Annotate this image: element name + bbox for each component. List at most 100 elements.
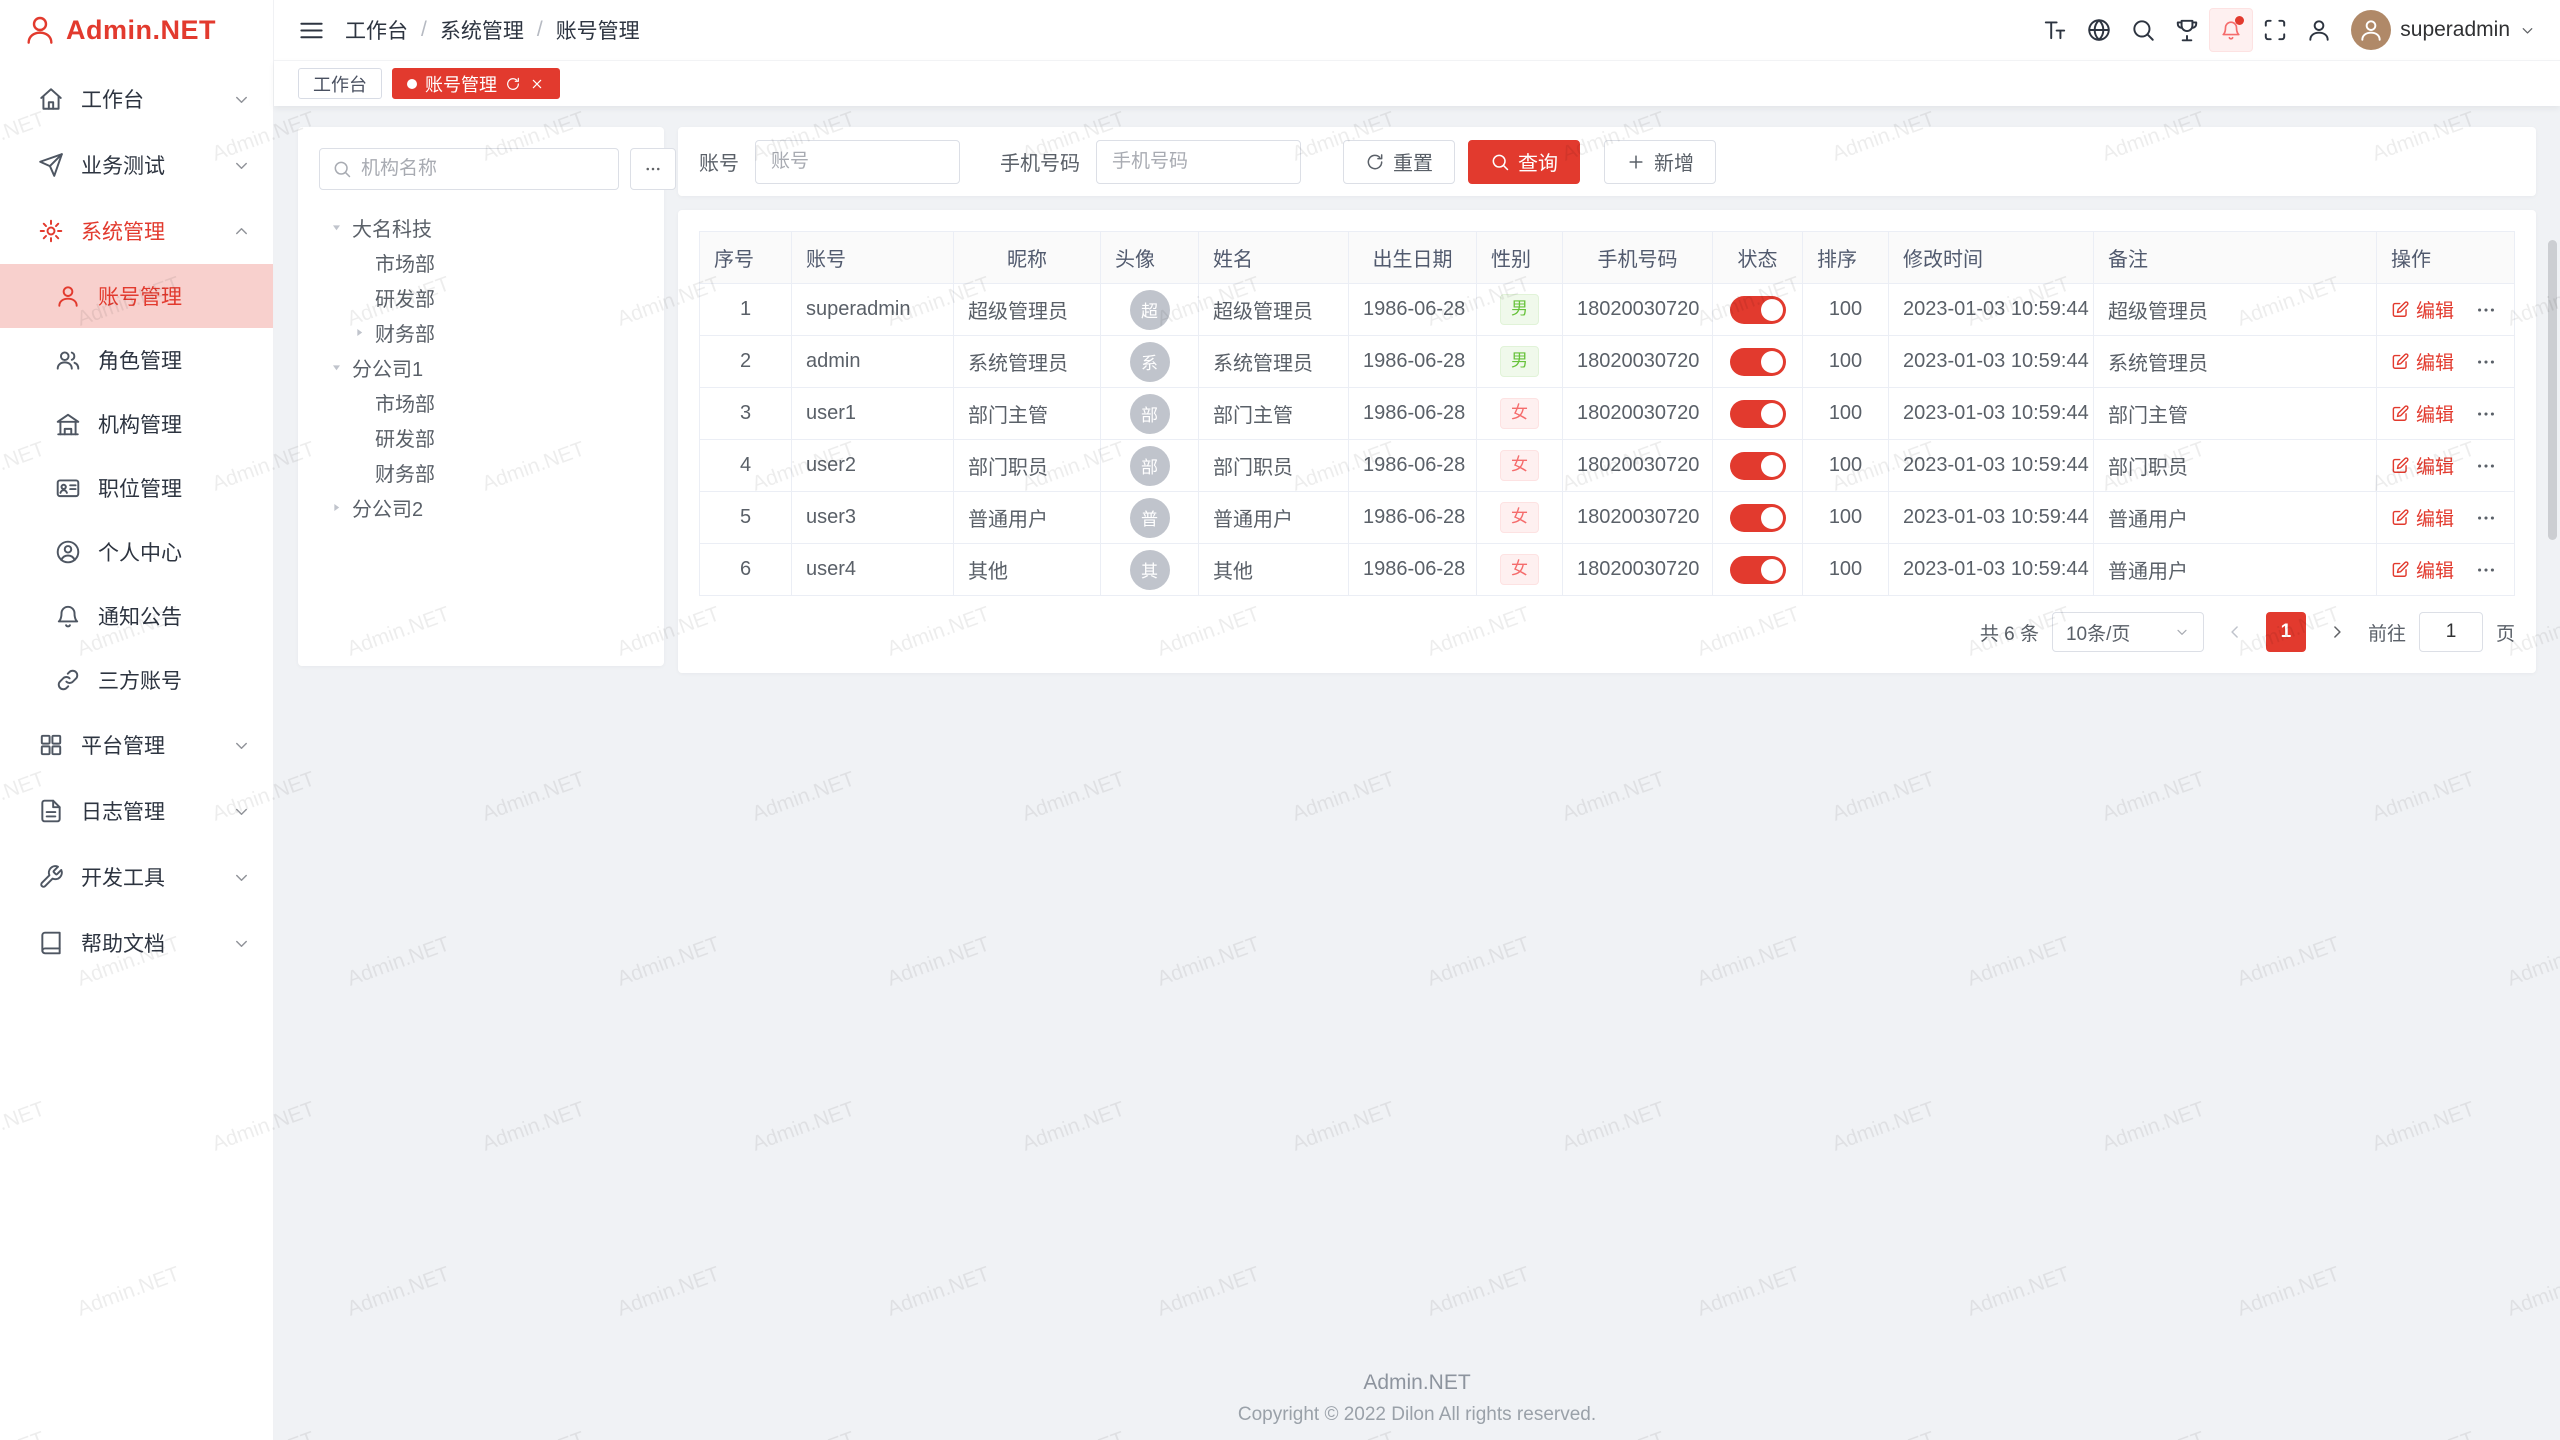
row-more-button[interactable] — [2475, 559, 2497, 581]
status-toggle[interactable] — [1730, 400, 1786, 428]
sidebar-item-business-test[interactable]: 业务测试 — [0, 132, 273, 198]
tabbar: 工作台 账号管理 — [274, 60, 2560, 106]
trophy-button[interactable] — [2165, 8, 2209, 52]
reset-button[interactable]: 重置 — [1343, 140, 1455, 184]
tree-node[interactable]: 分公司2 — [319, 490, 643, 525]
search-icon — [332, 159, 352, 179]
content-area: 大名科技 市场部 研发部 — [274, 106, 2560, 1440]
tree-more-button[interactable] — [630, 148, 676, 190]
menu-item-icon — [38, 930, 64, 956]
caret-icon[interactable] — [323, 214, 350, 241]
breadcrumb-item[interactable]: 系统管理 / — [440, 15, 556, 45]
column-header: 头像 — [1101, 232, 1199, 284]
query-button[interactable]: 查询 — [1468, 140, 1580, 184]
close-icon[interactable] — [529, 76, 545, 92]
sidebar-item-account-management[interactable]: 账号管理 — [0, 264, 273, 328]
hamburger-menu-icon[interactable] — [298, 17, 325, 44]
sidebar-item-notice[interactable]: 通知公告 — [0, 584, 273, 648]
fullscreen-button[interactable] — [2253, 8, 2297, 52]
tab-workbench[interactable]: 工作台 — [298, 68, 382, 99]
logo[interactable]: Admin.NET — [0, 0, 273, 60]
status-toggle[interactable] — [1730, 556, 1786, 584]
font-size-button[interactable] — [2033, 8, 2077, 52]
edit-button[interactable]: 编辑 — [2391, 400, 2454, 427]
caret-icon[interactable] — [323, 354, 350, 381]
sidebar-item-personal-center[interactable]: 个人中心 — [0, 520, 273, 584]
cell-remark: 部门主管 — [2094, 388, 2377, 440]
breadcrumb-item[interactable]: 工作台 / — [345, 15, 440, 45]
sidebar-item-platform-management[interactable]: 平台管理 — [0, 712, 273, 778]
cell-nickname: 其他 — [954, 544, 1101, 596]
cell-remark: 普通用户 — [2094, 544, 2377, 596]
menu-item-label: 三方账号 — [98, 665, 232, 695]
column-header: 昵称 — [954, 232, 1101, 284]
cell-account: user4 — [792, 544, 954, 596]
cell-nickname: 部门职员 — [954, 440, 1101, 492]
tree-node[interactable]: 分公司1 — [319, 350, 643, 385]
breadcrumb-item[interactable]: 账号管理 / — [556, 15, 640, 45]
sidebar-item-system-management[interactable]: 系统管理 — [0, 198, 273, 264]
prev-page-button[interactable] — [2217, 614, 2253, 650]
edit-button-label: 编辑 — [2416, 348, 2454, 375]
page-size-select[interactable]: 10条/页 — [2052, 612, 2204, 652]
tree-node[interactable]: 研发部 — [319, 280, 643, 315]
sidebar-item-third-party-account[interactable]: 三方账号 — [0, 648, 273, 712]
edit-button[interactable]: 编辑 — [2391, 556, 2454, 583]
status-toggle[interactable] — [1730, 452, 1786, 480]
edit-button[interactable]: 编辑 — [2391, 296, 2454, 323]
sidebar-item-role-management[interactable]: 角色管理 — [0, 328, 273, 392]
chevron-icon — [232, 736, 251, 755]
tree-node[interactable]: 大名科技 — [319, 210, 643, 245]
menu-item-icon — [55, 347, 81, 373]
caret-icon[interactable] — [346, 319, 373, 346]
sidebar-item-dev-tools[interactable]: 开发工具 — [0, 844, 273, 910]
sidebar-item-log-management[interactable]: 日志管理 — [0, 778, 273, 844]
chevron-icon — [232, 156, 251, 175]
tree-node[interactable]: 研发部 — [319, 420, 643, 455]
row-more-button[interactable] — [2475, 507, 2497, 529]
goto-page-input[interactable] — [2419, 612, 2483, 652]
page-number-button[interactable]: 1 — [2266, 612, 2306, 652]
row-more-button[interactable] — [2475, 403, 2497, 425]
language-button[interactable] — [2077, 8, 2121, 52]
status-toggle[interactable] — [1730, 504, 1786, 532]
user-button[interactable] — [2297, 8, 2341, 52]
cell-modify-time: 2023-01-03 10:59:44 — [1889, 492, 2094, 544]
user-menu[interactable]: superadmin — [2351, 10, 2536, 50]
row-more-button[interactable] — [2475, 455, 2497, 477]
edit-button[interactable]: 编辑 — [2391, 348, 2454, 375]
cell-avatar: 其 — [1101, 544, 1199, 596]
footer-copyright: Copyright © 2022 Dilon All rights reserv… — [274, 1404, 2560, 1426]
row-more-button[interactable] — [2475, 351, 2497, 373]
sidebar-item-help-docs[interactable]: 帮助文档 — [0, 910, 273, 976]
sidebar-item-position-management[interactable]: 职位管理 — [0, 456, 273, 520]
tree-node[interactable]: 市场部 — [319, 385, 643, 420]
refresh-icon[interactable] — [505, 76, 521, 92]
sidebar-item-workbench[interactable]: 工作台 — [0, 66, 273, 132]
status-toggle[interactable] — [1730, 296, 1786, 324]
cell-modify-time: 2023-01-03 10:59:44 — [1889, 336, 2094, 388]
cell-sort: 100 — [1803, 440, 1889, 492]
tab-account-management[interactable]: 账号管理 — [392, 68, 560, 99]
cell-nickname: 超级管理员 — [954, 284, 1101, 336]
search-button[interactable] — [2121, 8, 2165, 52]
account-input[interactable] — [755, 140, 960, 184]
tree-node[interactable]: 财务部 — [319, 455, 643, 490]
status-toggle[interactable] — [1730, 348, 1786, 376]
tree-node[interactable]: 财务部 — [319, 315, 643, 350]
cell-modify-time: 2023-01-03 10:59:44 — [1889, 440, 2094, 492]
phone-input[interactable] — [1096, 140, 1301, 184]
org-search-input[interactable] — [361, 158, 606, 180]
caret-icon[interactable] — [323, 494, 350, 521]
notification-button[interactable] — [2209, 8, 2253, 52]
add-button[interactable]: 新增 — [1604, 140, 1716, 184]
tree-node-label: 大名科技 — [352, 213, 432, 242]
edit-button[interactable]: 编辑 — [2391, 452, 2454, 479]
tree-node[interactable]: 市场部 — [319, 245, 643, 280]
edit-button[interactable]: 编辑 — [2391, 504, 2454, 531]
row-more-button[interactable] — [2475, 299, 2497, 321]
next-page-button[interactable] — [2319, 614, 2355, 650]
sidebar-item-org-management[interactable]: 机构管理 — [0, 392, 273, 456]
column-header: 账号 — [792, 232, 954, 284]
scrollbar-thumb[interactable] — [2548, 240, 2557, 540]
